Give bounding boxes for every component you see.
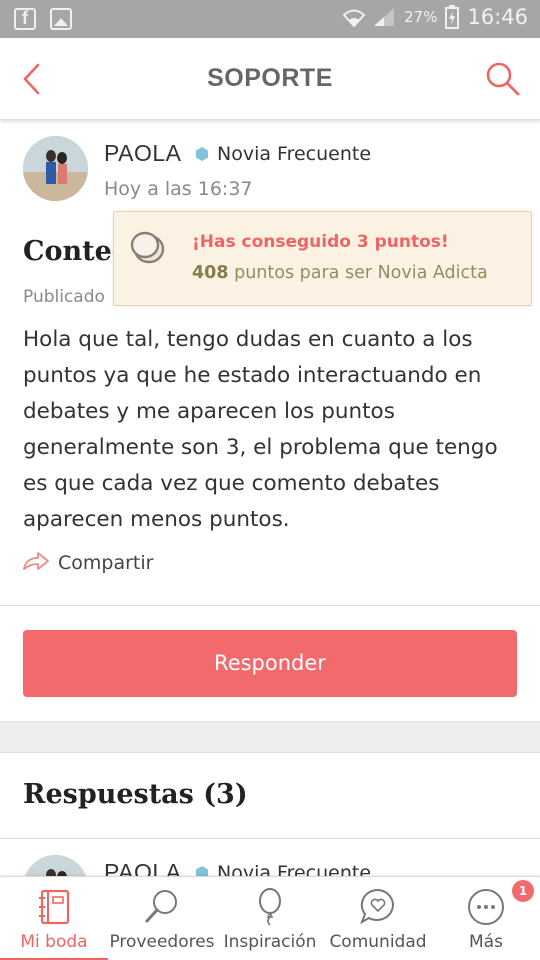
balloon-icon [250,887,290,927]
search-icon[interactable] [484,60,522,98]
nav-proveedores[interactable]: Proveedores [108,877,216,960]
notification-badge: 1 [512,880,534,902]
toast-subtext: 408 puntos para ser Novia Adicta [192,263,488,283]
battery-percent: 27% [404,8,438,26]
nav-comunidad[interactable]: Comunidad [324,877,432,960]
clock: 16:46 [467,5,528,29]
search-icon [142,887,182,927]
nav-label: Mi boda [20,932,88,952]
app-header: SOPORTE [0,38,540,120]
nav-inspiracion[interactable]: Inspiración [216,877,324,960]
post-timestamp: Hoy a las 16:37 [104,178,253,200]
share-button[interactable]: Compartir [22,550,153,576]
nav-mas[interactable]: 1 Más [432,877,540,960]
level-badge-icon [195,146,209,161]
coins-icon [130,229,170,265]
status-bar: 27% 16:46 [0,0,540,38]
battery-charging-icon [445,5,460,29]
author-name[interactable]: PAOLA [104,140,182,167]
more-icon [466,887,506,927]
toast-points: 408 [192,263,229,283]
facebook-icon [14,8,36,30]
divider [0,605,540,606]
nav-label: Proveedores [109,932,215,952]
bottom-nav: Mi boda Proveedores Inspiración Comunida… [0,876,540,960]
divider [0,838,540,839]
share-arrow-icon [22,550,50,576]
points-toast[interactable]: ¡Has conseguido 3 puntos! 408 puntos par… [113,211,532,306]
nav-label: Comunidad [329,932,427,952]
page-title: SOPORTE [207,64,333,92]
respond-button[interactable]: Responder [23,630,517,697]
share-label: Compartir [58,552,154,574]
post-body: Hola que tal, tengo dudas en cuanto a lo… [23,327,498,532]
signal-icon [372,6,396,28]
nav-label: Inspiración [223,932,317,952]
planner-icon [34,887,74,927]
gallery-icon [50,8,72,30]
nav-mi-boda[interactable]: Mi boda [0,877,108,960]
nav-label: Más [469,932,503,952]
avatar[interactable] [23,136,88,201]
post-title: Conteo [23,236,123,267]
chat-heart-icon [358,887,398,927]
answers-heading: Respuestas (3) [23,779,248,810]
toast-points-text: puntos para ser Novia Adicta [228,263,488,283]
toast-headline: ¡Has conseguido 3 puntos! [192,232,449,252]
section-separator [0,721,540,753]
post-meta: Publicado [23,287,105,307]
wifi-icon [342,8,366,28]
author-level: Novia Frecuente [217,143,372,165]
